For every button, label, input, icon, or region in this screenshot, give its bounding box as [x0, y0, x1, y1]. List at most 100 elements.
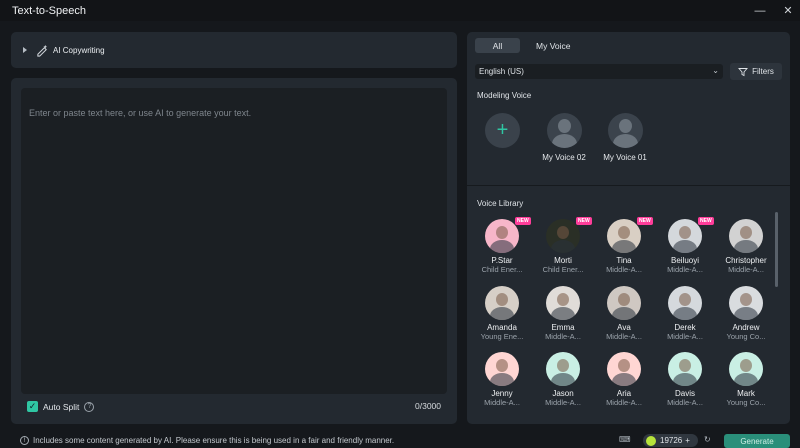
voice-name: Amanda — [487, 323, 517, 332]
generate-button[interactable]: Generate — [724, 434, 790, 448]
auto-split-toggle[interactable]: ✓ Auto Split ? — [27, 401, 95, 412]
voice-avatar — [607, 219, 641, 253]
credits-icon — [646, 435, 656, 446]
voice-name: Aria — [616, 389, 632, 398]
voice-category: Middle-A... — [667, 332, 703, 341]
ai-copywriting-panel[interactable]: AI Copywriting — [11, 32, 457, 68]
help-icon[interactable]: ? — [84, 401, 95, 412]
new-badge: NEW — [637, 217, 653, 225]
voice-card[interactable]: NEW Tina Middle-A... — [595, 217, 653, 274]
voice-card[interactable]: Jason Middle-A... — [534, 352, 592, 407]
voice-category: Middle-A... — [606, 398, 642, 407]
default-avatar-icon — [546, 113, 582, 148]
voice-category: Middle-A... — [728, 265, 764, 274]
minimize-button[interactable]: — — [752, 3, 768, 18]
chevron-down-icon: ⌄ — [712, 66, 719, 75]
voice-card[interactable]: Derek Middle-A... — [656, 286, 714, 341]
voice-avatar — [546, 286, 580, 320]
voice-category: Child Ener... — [542, 265, 584, 274]
ai-copywriting-label: AI Copywriting — [53, 45, 105, 55]
language-select[interactable]: English (US) ⌄ — [475, 64, 723, 79]
voice-name: Tina — [616, 256, 632, 265]
voice-card[interactable]: NEW Beiluoyi Middle-A... — [656, 217, 714, 274]
close-button[interactable]: ✕ — [780, 3, 796, 18]
voice-name: Jenny — [491, 389, 513, 398]
default-avatar-icon — [607, 113, 643, 148]
voice-name: Jason — [552, 389, 574, 398]
voice-card[interactable]: Davis Middle-A... — [656, 352, 714, 407]
voice-avatar — [607, 286, 641, 320]
generate-label: Generate — [740, 436, 774, 446]
voice-avatar — [546, 352, 580, 386]
character-counter: 0/3000 — [415, 401, 441, 411]
voice-category: Young Co... — [726, 398, 766, 407]
voice-avatar — [485, 219, 519, 253]
auto-split-checkbox[interactable]: ✓ — [27, 401, 38, 412]
add-credits-icon[interactable]: + — [685, 436, 690, 445]
credits-badge[interactable]: 19726 + — [643, 434, 698, 447]
voice-name: P.Star — [491, 256, 513, 265]
text-input-area[interactable]: Enter or paste text here, or use AI to g… — [21, 88, 447, 394]
voice-card[interactable]: Emma Middle-A... — [534, 286, 592, 341]
voice-card[interactable]: Ava Middle-A... — [595, 286, 653, 341]
voice-card[interactable]: Mark Young Co... — [717, 352, 775, 407]
voice-avatar — [546, 219, 580, 253]
voice-card[interactable]: Amanda Young Ene... — [473, 286, 531, 341]
expand-caret-icon[interactable] — [23, 47, 27, 53]
refresh-icon[interactable]: ↻ — [704, 435, 711, 444]
new-badge: NEW — [515, 217, 531, 225]
modeling-voice-title: Modeling Voice — [477, 91, 532, 100]
voice-name: Ava — [617, 323, 631, 332]
voice-avatar — [729, 219, 763, 253]
voice-category: Middle-A... — [545, 332, 581, 341]
add-voice-button[interactable]: + — [485, 113, 520, 148]
voice-category: Young Ene... — [480, 332, 524, 341]
voice-tabs: All My Voice — [475, 38, 571, 53]
voice-card[interactable]: NEW Morti Child Ener... — [534, 217, 592, 274]
scrollbar[interactable] — [775, 212, 778, 287]
voice-category: Middle-A... — [484, 398, 520, 407]
model-voice-name: My Voice 02 — [542, 153, 586, 162]
language-selected: English (US) — [479, 67, 524, 76]
translate-icon[interactable]: ⌨ — [619, 435, 631, 444]
voice-avatar — [485, 286, 519, 320]
voice-card[interactable]: Christopher Middle-A... — [717, 219, 775, 274]
text-editor-panel: Enter or paste text here, or use AI to g… — [11, 78, 457, 424]
voice-name: Andrew — [732, 323, 760, 332]
voice-name: Emma — [551, 323, 575, 332]
credits-value: 19726 — [660, 436, 683, 445]
info-icon: ! — [20, 436, 29, 445]
voice-category: Young Co... — [726, 332, 766, 341]
filters-button[interactable]: Filters — [730, 63, 782, 80]
ai-notice-text: Includes some content generated by AI. P… — [33, 436, 395, 445]
voice-category: Middle-A... — [606, 332, 642, 341]
filters-label: Filters — [752, 67, 774, 76]
voice-name: Derek — [674, 323, 696, 332]
voice-name: Mark — [737, 389, 755, 398]
voice-avatar — [668, 219, 702, 253]
voice-card[interactable]: Andrew Young Co... — [717, 286, 775, 341]
tab-my-voice[interactable]: My Voice — [536, 38, 571, 53]
filter-icon — [738, 67, 749, 76]
voice-card[interactable]: Jenny Middle-A... — [473, 352, 531, 407]
voice-avatar — [485, 352, 519, 386]
voice-avatar — [668, 286, 702, 320]
voice-card[interactable]: Aria Middle-A... — [595, 352, 653, 407]
voice-name: Beiluoyi — [670, 256, 699, 265]
model-voice-item[interactable]: My Voice 01 — [595, 113, 655, 162]
new-badge: NEW — [576, 217, 592, 225]
voice-category: Middle-A... — [667, 265, 703, 274]
tab-all[interactable]: All — [475, 38, 520, 53]
plus-icon: + — [496, 119, 509, 141]
section-divider — [467, 185, 790, 186]
voice-name: Christopher — [725, 256, 767, 265]
voice-avatar — [607, 352, 641, 386]
new-badge: NEW — [698, 217, 714, 225]
pen-sparkle-icon — [37, 44, 48, 57]
ai-notice: ! Includes some content generated by AI.… — [20, 436, 394, 445]
voice-avatar — [729, 352, 763, 386]
window-title: Text-to-Speech — [12, 4, 86, 17]
model-voice-item[interactable]: My Voice 02 — [534, 113, 594, 162]
voice-card[interactable]: NEW P.Star Child Ener... — [473, 217, 531, 274]
voice-panel: All My Voice English (US) ⌄ Filters Mode… — [467, 32, 790, 424]
